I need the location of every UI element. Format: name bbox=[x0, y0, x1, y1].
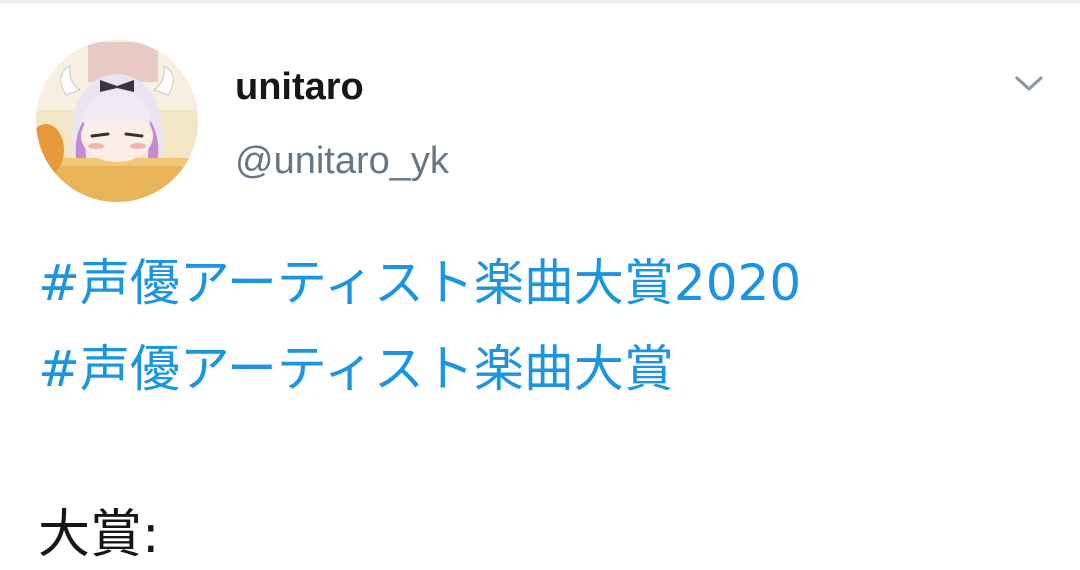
chevron-down-icon bbox=[1015, 76, 1043, 91]
hashtag-link[interactable]: #声優アーティスト楽曲大賞 bbox=[38, 338, 674, 400]
tweet-body-text: 大賞: bbox=[38, 505, 160, 565]
display-name[interactable]: unitaro bbox=[235, 64, 364, 110]
hashtag-link[interactable]: #声優アーティスト楽曲大賞2020 bbox=[38, 252, 801, 314]
tweet-menu-button[interactable] bbox=[1006, 64, 1052, 104]
user-handle[interactable]: @unitaro_yk bbox=[235, 138, 449, 184]
user-avatar[interactable] bbox=[36, 40, 198, 202]
tweet-card: unitaro @unitaro_yk #声優アーティスト楽曲大賞2020 #声… bbox=[0, 0, 1080, 570]
top-divider bbox=[0, 0, 1080, 3]
anime-girl-avatar-icon bbox=[36, 40, 198, 202]
